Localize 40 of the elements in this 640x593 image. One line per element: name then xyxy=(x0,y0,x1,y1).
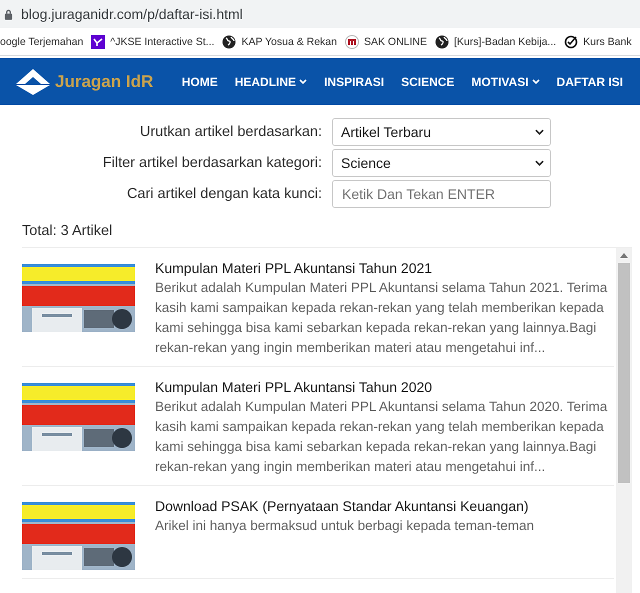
url-text: blog.juraganidr.com/p/daftar-isi.html xyxy=(21,6,243,22)
article-excerpt: Berikut adalah Kumpulan Materi PPL Akuntansi selama Tahun 2020. Terima kasih kami sampaikan kepada rekan-rekan yang telah memberikan kepada kami sehingga bisa kami sebarkan kepada rekan-rekan yang lainnya.Bagi rekan-rekan yang ingin memberikan materi atau mengetahui inf... xyxy=(155,398,608,476)
bookmark-link[interactable]: SAK ONLINE xyxy=(364,36,428,48)
bookmark-link[interactable]: KAP Yosua & Rekan xyxy=(241,36,337,48)
check-circle-icon xyxy=(564,34,578,48)
yahoo-icon xyxy=(91,34,106,48)
logo-icon xyxy=(15,68,51,96)
nav-link[interactable]: HEADLINE xyxy=(234,74,296,88)
field-label: Cari artikel dengan kata kunci: xyxy=(126,186,322,202)
bookmark-link[interactable]: oogle Terjemahan xyxy=(0,36,84,48)
nav-link[interactable]: MOTIVASI xyxy=(471,74,529,88)
nav-link[interactable]: INSPIRASI xyxy=(324,74,384,88)
scrollbar[interactable] xyxy=(616,248,632,593)
lock-icon xyxy=(4,8,13,20)
globe-icon xyxy=(435,34,450,48)
article-title[interactable]: Kumpulan Materi PPL Akuntansi Tahun 2020 xyxy=(155,377,614,397)
article-title[interactable]: Download PSAK (Pernyataan Standar Akuntansi Keuangan) xyxy=(155,496,614,516)
field-label: Urutkan artikel berdasarkan: xyxy=(138,124,322,140)
chevron-down-icon xyxy=(535,129,544,135)
chevron-down-icon[interactable] xyxy=(299,78,308,84)
article-excerpt: Arikel ini hanya bermaksud untuk berbagi kepada teman-teman xyxy=(155,517,535,535)
article-title[interactable]: Kumpulan Materi PPL Akuntansi Tahun 2021 xyxy=(155,258,614,278)
scroll-up-icon[interactable] xyxy=(620,253,628,258)
search-field[interactable]: Ketik Dan Tekan ENTER xyxy=(332,180,551,208)
globe-icon xyxy=(222,34,236,48)
total-count: Total: 3 Artikel xyxy=(22,222,114,241)
nav-link[interactable]: HOME xyxy=(182,74,218,88)
article-excerpt: Berikut adalah Kumpulan Materi PPL Akuntansi selama Tahun 2021. Terima kasih kami sampaikan kepada rekan-rekan yang telah memberikan kepada kami sehingga bisa kami sebarkan kepada rekan-rekan yang lainnya.Bagi rekan-rekan yang ingin memberikan materi atau mengetahui inf... xyxy=(155,279,608,357)
chevron-down-icon[interactable] xyxy=(532,78,540,84)
bookmark-link[interactable]: Kurs Bank xyxy=(583,36,632,48)
building-icon xyxy=(344,34,359,48)
nav-link[interactable]: SCIENCE xyxy=(401,74,454,88)
field-label: Filter artikel berdasarkan kategori: xyxy=(102,155,322,171)
dropdown[interactable]: Artikel Terbaru xyxy=(332,118,551,146)
bookmark-link[interactable]: ^JKSE Interactive St... xyxy=(110,36,214,48)
chevron-down-icon xyxy=(535,160,544,166)
address-bar[interactable]: blog.juraganidr.com/p/daftar-isi.html xyxy=(0,0,640,28)
bookmark-link[interactable]: [Kurs]-Badan Kebija... xyxy=(454,36,556,48)
nav-link[interactable]: DAFTAR ISI xyxy=(556,74,623,88)
dropdown[interactable]: Science xyxy=(332,149,551,177)
